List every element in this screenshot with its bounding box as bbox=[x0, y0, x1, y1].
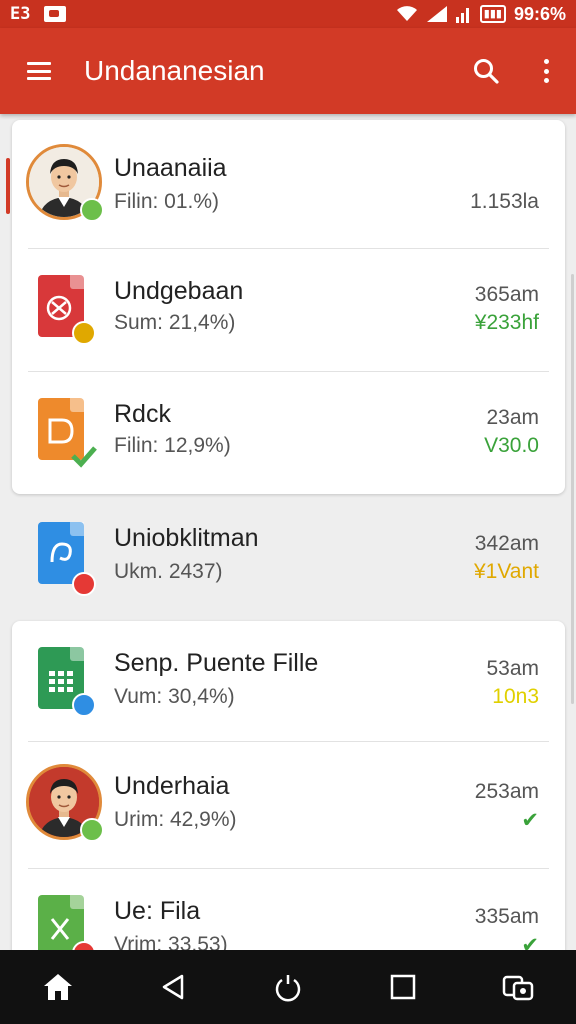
back-icon bbox=[162, 974, 184, 1000]
item-time: 342am bbox=[474, 532, 539, 555]
error-badge-icon bbox=[72, 572, 96, 596]
upload-badge-icon bbox=[72, 693, 96, 717]
recents-button[interactable] bbox=[368, 950, 438, 1024]
check-badge-icon bbox=[72, 321, 96, 345]
list-item[interactable]: Uniobklitman Ukm. 2437) 342am ¥1Vant bbox=[12, 494, 565, 620]
notification-icon bbox=[44, 6, 67, 22]
item-title: Unaanaiia bbox=[114, 154, 227, 182]
item-subtitle: Filin: 12,9%) bbox=[114, 434, 231, 457]
battery-icon: ▮▮▮ bbox=[479, 5, 506, 23]
item-time: 23am bbox=[486, 406, 539, 429]
item-amount: 10n3 bbox=[492, 685, 539, 708]
item-subtitle: Ukm. 2437) bbox=[114, 560, 223, 583]
back-button[interactable] bbox=[138, 950, 208, 1024]
item-title: Ue: Fila bbox=[114, 897, 201, 925]
check-badge-icon bbox=[71, 446, 97, 468]
navigation-bar bbox=[0, 950, 576, 1024]
item-status-check: ✔ bbox=[521, 809, 539, 832]
item-time: 53am bbox=[486, 657, 539, 680]
wifi-icon bbox=[396, 6, 417, 21]
list-item[interactable]: Undgebaan Sum: 21,4%) 365am ¥233hf bbox=[12, 249, 565, 371]
settings-icon bbox=[503, 975, 534, 1001]
search-button[interactable] bbox=[456, 28, 516, 114]
battery-percent: 99:6% bbox=[513, 3, 566, 24]
home-button[interactable] bbox=[23, 950, 93, 1024]
item-title: Rdck bbox=[114, 400, 171, 428]
scrollbar[interactable] bbox=[571, 274, 574, 704]
item-subtitle: Vrim: 33,53) bbox=[114, 933, 228, 950]
item-time: 365am bbox=[474, 283, 539, 306]
list-card: Unaanaiia Filin: 01.%) 1.153la Undgebaan… bbox=[12, 120, 565, 494]
item-time: 1.153la bbox=[470, 190, 539, 213]
file-list[interactable]: Unaanaiia Filin: 01.%) 1.153la Undgebaan… bbox=[0, 114, 576, 950]
signal-icon bbox=[426, 6, 447, 22]
menu-button[interactable] bbox=[0, 28, 78, 114]
recents-icon bbox=[390, 974, 416, 1000]
more-options-button[interactable] bbox=[516, 28, 576, 114]
app-bar: Undananesian bbox=[0, 28, 576, 114]
list-item[interactable]: Rdck Filin: 12,9%) 23am V30.0 bbox=[12, 372, 565, 494]
status-left-text: E3 bbox=[10, 4, 31, 24]
home-icon bbox=[43, 974, 72, 1000]
selection-indicator bbox=[6, 158, 10, 214]
list-card: Senp. Puente Fille Vum: 30,4%) 53am 10n3 bbox=[12, 621, 565, 950]
power-button[interactable] bbox=[253, 950, 323, 1024]
settings-button[interactable] bbox=[483, 950, 553, 1024]
item-subtitle: Filin: 01.%) bbox=[114, 190, 220, 213]
status-bar: E3 ▮▮▮ 99:6% bbox=[0, 0, 576, 28]
item-amount: V30.0 bbox=[484, 434, 539, 457]
list-item[interactable]: Underhaia Urim: 42,9%) 253am ✔ bbox=[12, 742, 565, 868]
item-amount: ¥1Vant bbox=[474, 560, 539, 583]
sync-badge-icon bbox=[80, 198, 104, 222]
item-title: Underhaia bbox=[114, 772, 230, 800]
list-item[interactable]: Senp. Puente Fille Vum: 30,4%) 53am 10n3 bbox=[12, 621, 565, 741]
list-item[interactable]: Unaanaiia Filin: 01.%) 1.153la bbox=[12, 120, 565, 248]
item-subtitle: Sum: 21,4%) bbox=[114, 311, 236, 334]
menu-icon bbox=[27, 62, 51, 80]
item-status-check: ✔ bbox=[521, 934, 539, 950]
item-title: Uniobklitman bbox=[114, 524, 259, 552]
sync-badge-icon bbox=[80, 818, 104, 842]
item-title: Senp. Puente Fille bbox=[114, 649, 319, 677]
app-title: Undananesian bbox=[84, 55, 265, 86]
list-item[interactable]: Ue: Fila Vrim: 33,53) 335am ✔ bbox=[12, 869, 565, 950]
item-time: 335am bbox=[474, 905, 539, 928]
search-icon bbox=[474, 59, 499, 84]
item-amount: ¥233hf bbox=[474, 311, 539, 334]
item-time: 253am bbox=[474, 780, 539, 803]
item-subtitle: Vum: 30,4%) bbox=[114, 685, 235, 708]
more-vert-icon bbox=[543, 59, 549, 83]
signal-bars-icon bbox=[455, 8, 469, 23]
item-title: Undgebaan bbox=[114, 277, 244, 305]
power-icon bbox=[275, 975, 301, 1002]
item-subtitle: Urim: 42,9%) bbox=[114, 808, 237, 831]
